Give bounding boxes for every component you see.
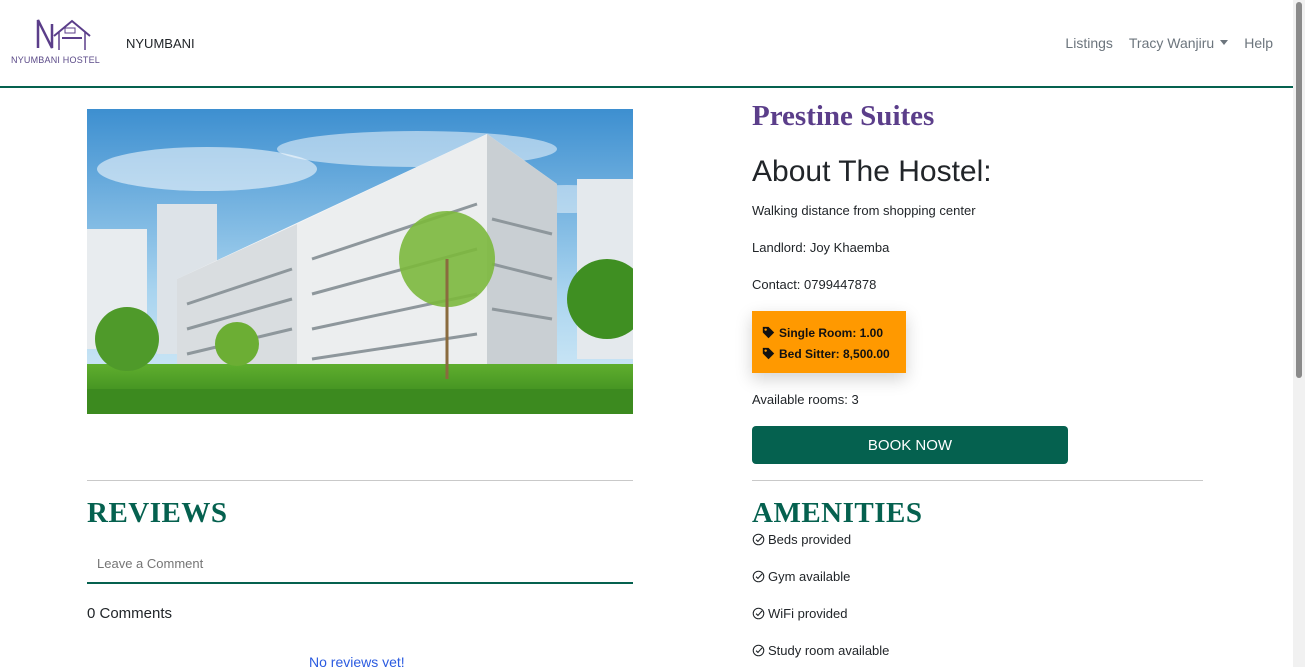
no-reviews-text: No reviews yet! xyxy=(309,654,405,667)
landlord-info: Landlord: Joy Khaemba xyxy=(752,240,890,255)
price-bed-sitter: Bed Sitter: 8,500.00 xyxy=(762,343,906,364)
nav-help-link[interactable]: Help xyxy=(1244,35,1273,51)
check-circle-icon xyxy=(752,607,765,620)
about-title: About The Hostel: xyxy=(752,155,992,188)
navbar: NYUMBANI HOSTEL NYUMBANI Listings Tracy … xyxy=(0,0,1293,88)
user-name: Tracy Wanjiru xyxy=(1128,35,1215,51)
tag-icon xyxy=(762,326,775,339)
hostel-description: Walking distance from shopping center xyxy=(752,203,976,218)
amenity-item: Beds provided xyxy=(752,532,851,547)
available-rooms: Available rooms: 3 xyxy=(752,392,859,407)
caret-down-icon xyxy=(1220,39,1229,45)
check-circle-icon xyxy=(752,570,765,583)
reviews-title: REVIEWS xyxy=(87,497,228,529)
hostel-image xyxy=(87,109,633,414)
nav-listings-link[interactable]: Listings xyxy=(1065,35,1112,51)
user-menu-dropdown[interactable]: Tracy Wanjiru xyxy=(1128,35,1229,51)
price-bed-sitter-label: Bed Sitter: 8,500.00 xyxy=(779,346,890,361)
amenity-label: WiFi provided xyxy=(768,606,848,621)
logo-text: NYUMBANI HOSTEL xyxy=(11,55,101,65)
hostel-name: Prestine Suites xyxy=(752,100,935,132)
amenities-title: AMENITIES xyxy=(752,497,923,529)
amenity-item: Study room available xyxy=(752,643,889,658)
logo[interactable]: NYUMBANI HOSTEL xyxy=(10,18,100,68)
check-circle-icon xyxy=(752,644,765,657)
amenity-label: Gym available xyxy=(768,569,851,584)
tag-icon xyxy=(762,347,775,360)
reviews-divider xyxy=(87,480,633,481)
amenity-item: Gym available xyxy=(752,569,850,584)
book-now-button[interactable]: BOOK NOW xyxy=(752,426,1068,464)
price-single-room-label: Single Room: 1.00 xyxy=(779,325,884,340)
brand-name[interactable]: NYUMBANI xyxy=(126,36,195,51)
comment-count: 0 Comments xyxy=(87,605,173,622)
contact-info: Contact: 0799447878 xyxy=(752,277,877,292)
amenity-label: Beds provided xyxy=(768,532,852,547)
comment-input[interactable] xyxy=(87,545,633,584)
scrollbar[interactable] xyxy=(1293,0,1305,667)
scrollbar-thumb[interactable] xyxy=(1296,2,1302,378)
nav-links: Listings Tracy Wanjiru Help xyxy=(1065,35,1273,51)
check-circle-icon xyxy=(752,533,765,546)
page: NYUMBANI HOSTEL NYUMBANI Listings Tracy … xyxy=(0,0,1305,667)
price-badge: Single Room: 1.00 Bed Sitter: 8,500.00 xyxy=(752,311,906,373)
amenities-divider xyxy=(752,480,1203,481)
price-single-room: Single Room: 1.00 xyxy=(762,322,906,343)
amenity-label: Study room available xyxy=(768,643,890,658)
amenity-item: WiFi provided xyxy=(752,606,847,621)
